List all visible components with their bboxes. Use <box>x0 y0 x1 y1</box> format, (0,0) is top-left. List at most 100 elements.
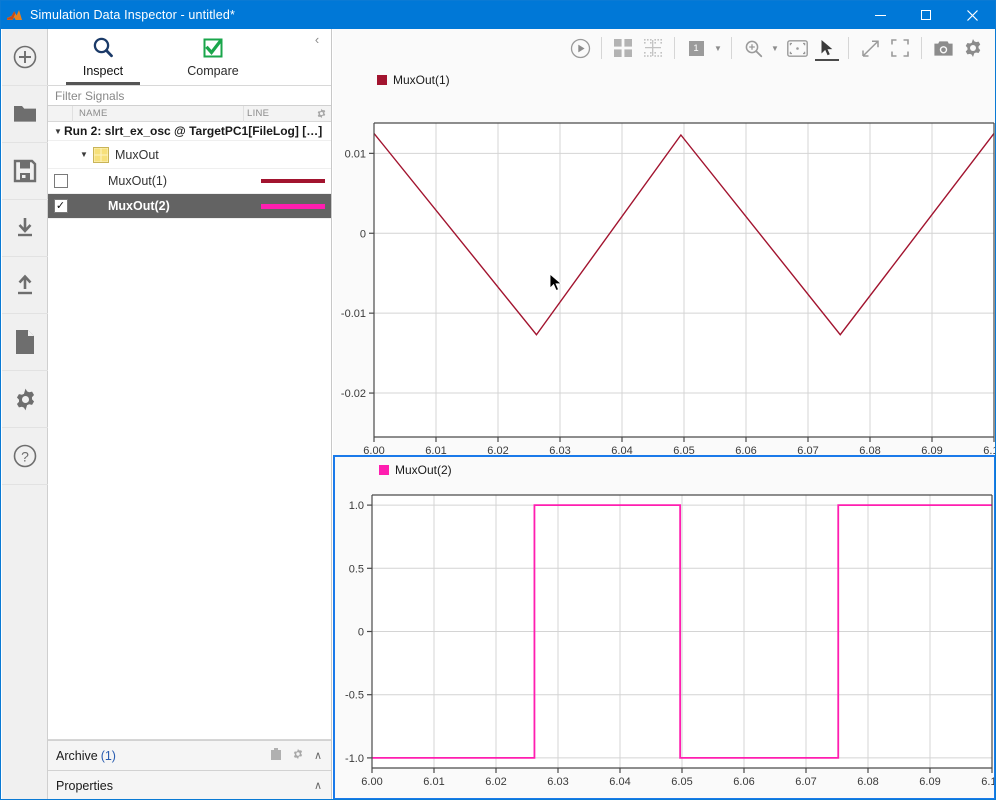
simulation-data-inspector-window: Simulation Data Inspector - untitled* <box>0 0 996 800</box>
chart-muxout1-legend[interactable]: MuxOut(1) <box>377 73 450 87</box>
fit-view-icon[interactable] <box>782 33 812 63</box>
chart-muxout2-legend[interactable]: MuxOut(2) <box>379 463 452 477</box>
camera-icon[interactable] <box>928 33 958 63</box>
plot-toolbar: 1 ▼ ▼ <box>333 29 996 67</box>
svg-text:6.10: 6.10 <box>981 776 994 788</box>
svg-text:?: ? <box>21 449 29 465</box>
subplot-grid-icon[interactable] <box>608 33 638 63</box>
search-input[interactable] <box>53 88 331 104</box>
svg-text:1.0: 1.0 <box>349 500 364 512</box>
save-icon[interactable] <box>2 143 48 200</box>
tree-run-row[interactable]: ▼ Run 2: slrt_ex_osc @ TargetPC1[FileLog… <box>48 122 331 141</box>
line-style-muxout1[interactable] <box>255 169 331 193</box>
plot-area: 1 ▼ ▼ <box>333 29 996 800</box>
svg-text:0: 0 <box>360 228 366 240</box>
svg-text:6.03: 6.03 <box>547 776 568 788</box>
svg-text:-0.02: -0.02 <box>341 388 366 400</box>
signal-tree: ▼ Run 2: slrt_ex_osc @ TargetPC1[FileLog… <box>48 122 331 219</box>
svg-text:6.06: 6.06 <box>733 776 754 788</box>
signal-checkbox-muxout2[interactable]: ✓ <box>48 194 73 218</box>
signal-browser-panel: Inspect Compare ‹ NAME LINE <box>48 29 332 800</box>
chart-muxout1[interactable]: MuxOut(1) 0.010-0.01-0.026.006.016.026.0… <box>333 67 996 455</box>
tab-inspect[interactable]: Inspect <box>48 29 158 85</box>
chart-muxout1-canvas[interactable]: 0.010-0.01-0.026.006.016.026.036.046.056… <box>333 67 996 455</box>
svg-text:-0.5: -0.5 <box>345 690 364 702</box>
window-title: Simulation Data Inspector - untitled* <box>27 8 235 22</box>
chart-muxout2[interactable]: MuxOut(2) 1.00.50-0.5-1.06.006.016.026.0… <box>333 455 996 800</box>
svg-text:6.04: 6.04 <box>611 445 632 455</box>
maximize-button[interactable] <box>903 1 949 29</box>
tab-compare[interactable]: Compare <box>158 29 268 85</box>
new-icon[interactable] <box>2 29 48 86</box>
help-icon[interactable]: ? <box>2 428 48 485</box>
export-icon[interactable] <box>2 257 48 314</box>
signal-row-muxout2[interactable]: ✓ MuxOut(2) <box>48 194 331 219</box>
line-style-muxout2[interactable] <box>255 194 331 218</box>
title-bar: Simulation Data Inspector - untitled* <box>1 1 995 29</box>
archive-section[interactable]: Archive (1) ∧ <box>48 740 331 770</box>
gear-icon[interactable] <box>311 108 331 119</box>
signal-checkbox-muxout1[interactable] <box>48 169 73 193</box>
signal-name-muxout1: MuxOut(1) <box>73 169 255 193</box>
filter-signals-field[interactable] <box>48 86 331 106</box>
svg-text:6.07: 6.07 <box>797 445 818 455</box>
svg-text:6.05: 6.05 <box>671 776 692 788</box>
checkbox-column-header <box>48 106 73 122</box>
chevron-down-icon[interactable]: ▼ <box>52 127 64 136</box>
close-button[interactable] <box>949 1 995 29</box>
line-column-header: LINE <box>243 106 311 122</box>
open-icon[interactable] <box>2 86 48 143</box>
play-circle-icon[interactable] <box>565 33 595 63</box>
panel-tabs: Inspect Compare ‹ <box>48 29 331 86</box>
chevron-down-icon[interactable]: ▼ <box>768 33 782 63</box>
svg-text:0.01: 0.01 <box>345 148 366 160</box>
run-label: Run 2: slrt_ex_osc @ TargetPC1[FileLog] … <box>64 124 322 138</box>
svg-text:-0.01: -0.01 <box>341 308 366 320</box>
svg-text:6.09: 6.09 <box>921 445 942 455</box>
collapse-panel-button[interactable]: ‹ <box>309 33 325 49</box>
name-column-header: NAME <box>73 108 243 119</box>
chevron-down-icon[interactable]: ▼ <box>78 150 90 159</box>
svg-text:6.07: 6.07 <box>795 776 816 788</box>
fullscreen-icon[interactable] <box>885 33 915 63</box>
matlab-icon <box>1 1 27 29</box>
svg-text:6.09: 6.09 <box>919 776 940 788</box>
report-icon[interactable] <box>2 314 48 371</box>
gear-icon[interactable] <box>292 748 304 763</box>
svg-text:6.08: 6.08 <box>859 445 880 455</box>
chevron-down-icon[interactable]: ▼ <box>711 33 725 63</box>
signal-row-muxout1[interactable]: MuxOut(1) <box>48 169 331 194</box>
svg-text:-1.0: -1.0 <box>345 753 364 765</box>
plot-number-icon[interactable]: 1 <box>681 33 711 63</box>
chart-muxout2-canvas[interactable]: 1.00.50-0.5-1.06.006.016.026.036.046.056… <box>335 457 994 798</box>
trash-icon[interactable] <box>270 747 282 764</box>
svg-text:6.00: 6.00 <box>363 445 384 455</box>
search-icon <box>91 35 115 61</box>
tree-group-row[interactable]: ▼ MuxOut <box>48 141 331 169</box>
archive-collapse-chevron[interactable]: ∧ <box>314 749 322 762</box>
pointer-icon[interactable] <box>812 33 842 63</box>
settings-icon[interactable] <box>2 371 48 428</box>
properties-collapse-chevron[interactable]: ∧ <box>314 779 322 792</box>
legend-swatch <box>377 75 387 85</box>
checkbox-icon <box>201 35 225 61</box>
zoom-in-icon[interactable] <box>738 33 768 63</box>
tab-inspect-label: Inspect <box>83 64 123 78</box>
sparkline-grid-icon[interactable] <box>638 33 668 63</box>
gear-icon[interactable] <box>958 33 988 63</box>
expand-diagonal-icon[interactable] <box>855 33 885 63</box>
plot-count-badge: 1 <box>689 41 704 56</box>
archive-count: (1) <box>101 749 116 763</box>
legend-label: MuxOut(1) <box>393 73 450 87</box>
svg-text:6.04: 6.04 <box>609 776 630 788</box>
import-icon[interactable] <box>2 200 48 257</box>
properties-section[interactable]: Properties ∧ <box>48 770 331 800</box>
tab-compare-label: Compare <box>187 64 238 78</box>
archive-label: Archive <box>56 749 98 763</box>
svg-text:0.5: 0.5 <box>349 563 364 575</box>
minimize-button[interactable] <box>857 1 903 29</box>
tool-rail: ? <box>2 29 48 800</box>
legend-swatch <box>379 465 389 475</box>
signal-name-muxout2: MuxOut(2) <box>73 194 255 218</box>
group-label: MuxOut <box>115 148 159 162</box>
